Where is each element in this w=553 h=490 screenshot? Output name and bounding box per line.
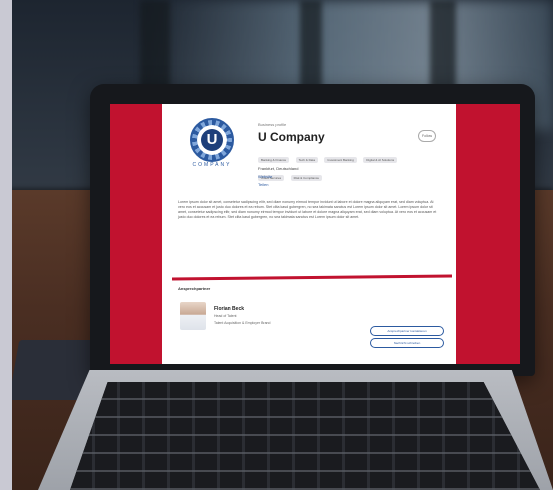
company-logo: U xyxy=(190,118,234,162)
keyboard-rows xyxy=(70,382,540,490)
website-link[interactable]: Website xyxy=(258,174,272,179)
logo-wordmark: COMPANY xyxy=(192,162,232,168)
section-divider xyxy=(171,274,453,281)
message-button[interactable]: Nachricht schreiben xyxy=(370,338,444,348)
contact-department: Talent Acquisition & Employer Brand xyxy=(214,321,271,325)
tag[interactable]: Digital & AI Solutions xyxy=(363,157,398,163)
contact-section-heading: Ansprechpartner xyxy=(178,286,211,291)
company-location: Frankfurt, Deutschland xyxy=(258,166,299,171)
tag[interactable]: Banking & Finance xyxy=(258,157,290,163)
profile-eyebrow: Business profile xyxy=(258,122,287,127)
laptop-screen: U COMPANY Business profile U Company Fol… xyxy=(110,104,520,364)
tag[interactable]: Tech & Data xyxy=(295,157,318,163)
red-side-panel-left xyxy=(110,104,162,364)
company-description: Lorem ipsum dolor sit amet, consetetur s… xyxy=(178,200,437,219)
company-name: U Company xyxy=(258,130,325,144)
tag[interactable]: Investment Banking xyxy=(324,157,357,163)
contact-role: Head of Talent xyxy=(214,314,237,318)
logo-letter: U xyxy=(201,129,223,151)
follow-button[interactable]: Follow xyxy=(418,130,436,142)
image-border xyxy=(0,0,12,490)
red-side-panel-right xyxy=(456,104,520,364)
contact-avatar xyxy=(180,302,206,330)
contact-button[interactable]: Ansprechpartner kontaktieren xyxy=(370,326,444,336)
company-profile-page: U COMPANY Business profile U Company Fol… xyxy=(162,104,456,364)
tag[interactable]: Risk & Compliance xyxy=(290,175,322,181)
share-link[interactable]: Teilen xyxy=(258,182,268,187)
contact-name: Florian Beck xyxy=(214,306,245,312)
